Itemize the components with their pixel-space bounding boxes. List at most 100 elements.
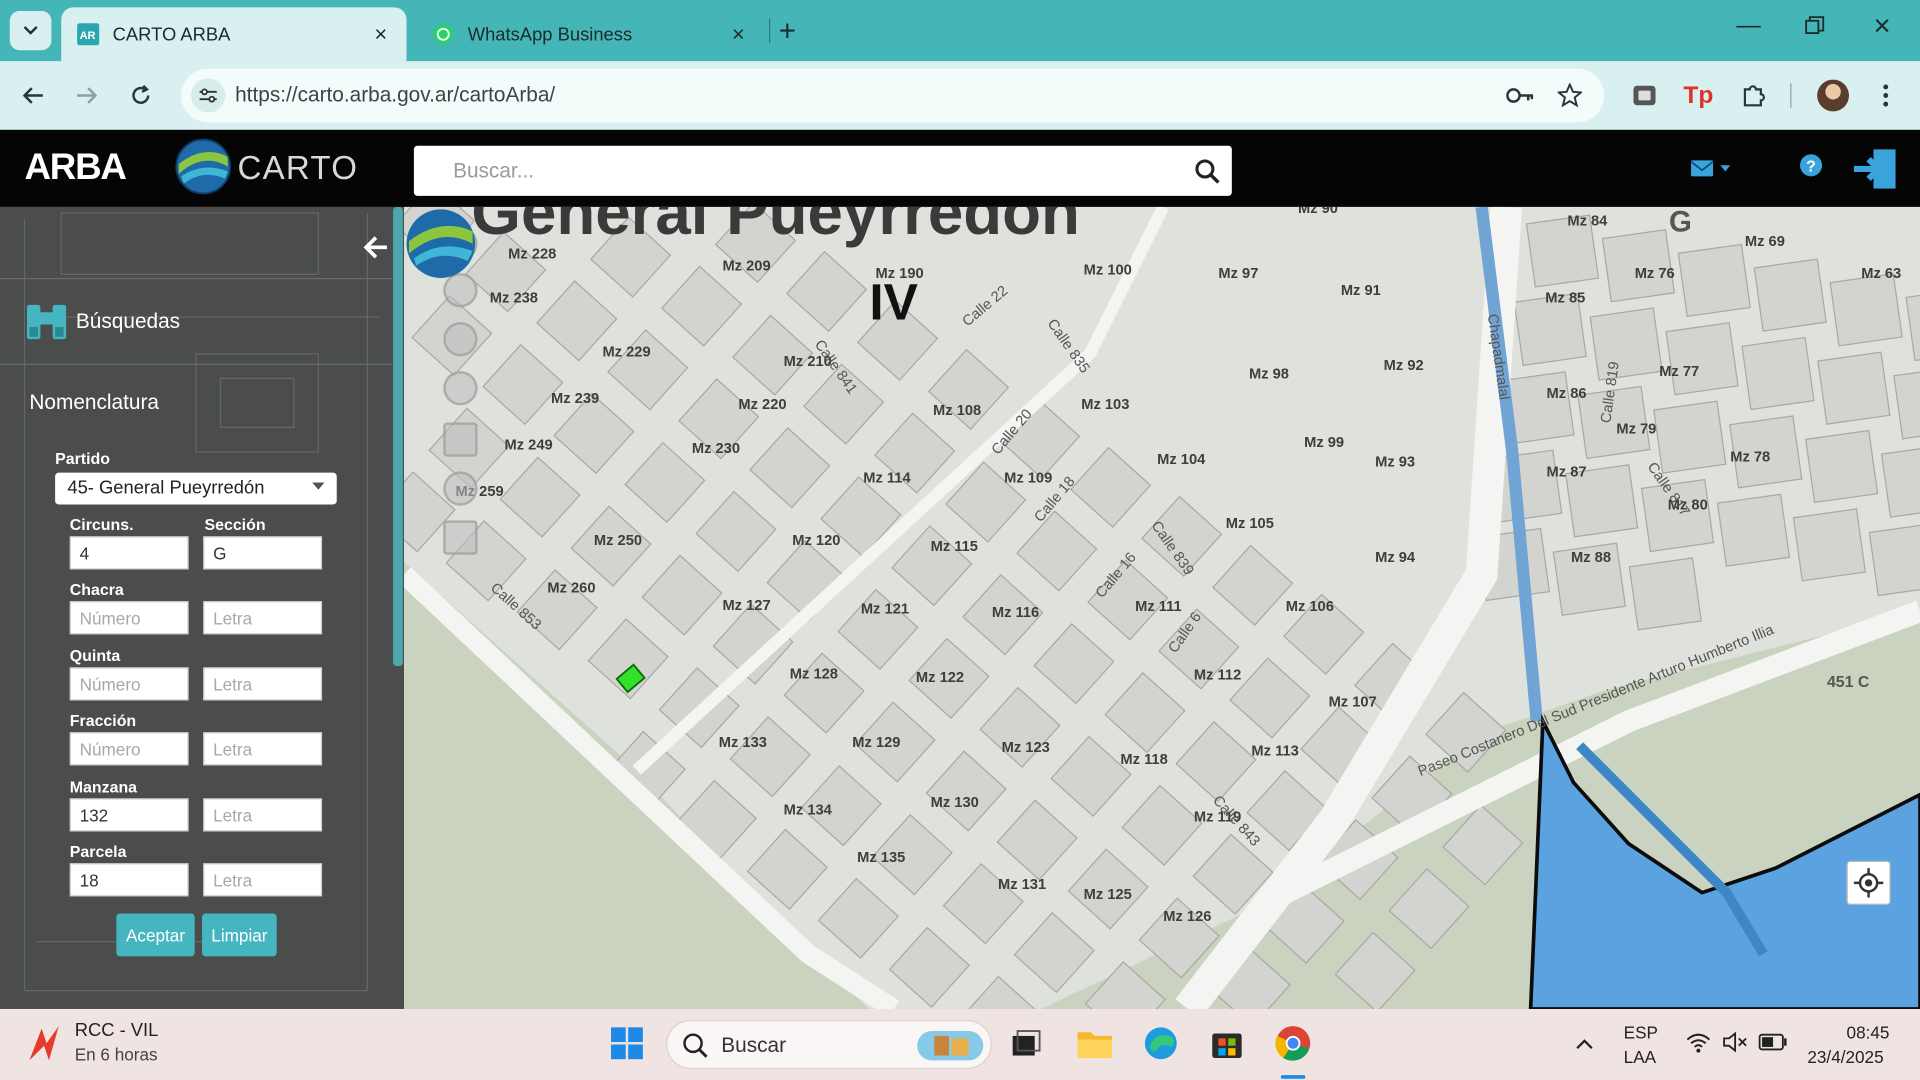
circuns-field[interactable] <box>69 536 189 570</box>
block-label: Mz 100 <box>1084 262 1132 278</box>
info-icon[interactable] <box>443 371 478 406</box>
seccion-field[interactable] <box>203 536 323 570</box>
map-block <box>1104 672 1186 754</box>
block-label: Mz 84 <box>1567 213 1608 229</box>
arba-favicon-icon: AR <box>76 22 100 46</box>
map-block <box>785 250 868 333</box>
block-label: Mz 76 <box>1635 266 1675 282</box>
block-label: Mz 97 <box>1218 266 1258 282</box>
clock-time[interactable]: 08:45 <box>1847 1022 1890 1042</box>
profile-avatar[interactable] <box>1817 79 1849 112</box>
map-block <box>1589 307 1663 381</box>
windows-start-icon[interactable] <box>605 1021 649 1065</box>
print-icon[interactable] <box>443 520 478 555</box>
extension-tp-icon[interactable]: Tp <box>1681 78 1715 112</box>
language-top[interactable]: ESP <box>1624 1022 1658 1042</box>
map-block <box>1716 493 1791 567</box>
locate-me-button[interactable] <box>1846 860 1891 905</box>
volume-muted-icon[interactable] <box>1722 1031 1749 1053</box>
parcela-letra-field[interactable] <box>203 863 323 897</box>
manzana-numero-field[interactable] <box>69 798 189 832</box>
chacra-letra-field[interactable] <box>203 601 323 635</box>
taskbar-search[interactable]: Buscar <box>666 1020 992 1069</box>
extensions-puzzle-icon[interactable] <box>1736 78 1770 112</box>
restore-icon[interactable] <box>1805 15 1825 43</box>
block-label: Mz 114 <box>863 470 911 486</box>
language-bottom[interactable]: LAA <box>1624 1047 1656 1067</box>
arba-logo[interactable]: ARBA <box>24 147 126 189</box>
weather-alert-icon[interactable] <box>24 1024 66 1063</box>
reload-icon[interactable] <box>124 78 158 112</box>
zoom-out-icon[interactable] <box>443 322 478 357</box>
map-block <box>1050 735 1132 817</box>
address-bar[interactable]: https://carto.arba.gov.ar/cartoArba/ <box>181 68 1605 123</box>
close-window-icon[interactable]: × <box>1873 10 1890 44</box>
close-tab-icon[interactable]: × <box>370 23 392 45</box>
busquedas-label[interactable]: Búsquedas <box>76 310 180 334</box>
map-block <box>1677 243 1751 318</box>
block-label: Mz 90 <box>1298 207 1338 217</box>
bookmark-star-icon[interactable] <box>1553 78 1587 112</box>
block-label: Mz 239 <box>551 391 599 407</box>
edge-icon[interactable] <box>1139 1021 1183 1065</box>
block-label: Mz 113 <box>1251 744 1298 760</box>
limpiar-button[interactable]: Limpiar <box>202 913 277 957</box>
map-block <box>1033 623 1115 705</box>
search-input[interactable] <box>413 145 1174 196</box>
menu-kebab-icon[interactable] <box>1869 78 1903 112</box>
help-icon[interactable]: ? <box>1799 153 1823 177</box>
microsoft-store-icon[interactable] <box>1205 1021 1249 1065</box>
block-label: Mz 127 <box>722 598 770 614</box>
whatsapp-icon <box>431 22 455 46</box>
tab-carto-arba[interactable]: AR CARTO ARBA × <box>61 7 407 62</box>
measure-icon[interactable] <box>443 471 478 506</box>
search-icon[interactable] <box>1193 157 1222 186</box>
block-label: Mz 63 <box>1861 266 1901 282</box>
file-explorer-icon[interactable] <box>1073 1021 1117 1065</box>
chevron-up-icon[interactable] <box>1575 1036 1595 1051</box>
partido-select[interactable]: 45- General Pueyrredón <box>55 472 337 505</box>
svg-text:AR: AR <box>80 30 96 42</box>
logout-icon[interactable] <box>1851 147 1900 191</box>
weather-title[interactable]: RCC - VIL <box>75 1020 159 1041</box>
task-view-icon[interactable] <box>1004 1021 1048 1065</box>
panel-scrollbar[interactable] <box>393 206 403 667</box>
tab-whatsapp-business[interactable]: WhatsApp Business × <box>416 7 764 61</box>
collapse-arrow-icon[interactable] <box>362 234 389 261</box>
chacra-numero-field[interactable] <box>69 601 189 635</box>
minimize-icon[interactable]: — <box>1736 12 1760 40</box>
key-icon[interactable] <box>1504 78 1538 112</box>
block-label: Mz 133 <box>719 735 767 751</box>
forward-icon[interactable] <box>70 78 104 112</box>
extension-translate-icon[interactable] <box>1627 78 1661 112</box>
map-canvas[interactable]: General Pueyrredón IV G 451 C Mz 228Mz 2… <box>404 206 1920 1009</box>
manzana-letra-field[interactable] <box>203 798 323 832</box>
block-label: Mz 229 <box>602 344 650 360</box>
aceptar-button[interactable]: Aceptar <box>116 913 195 957</box>
quinta-numero-field[interactable] <box>69 667 189 701</box>
map-block <box>1753 258 1827 332</box>
block-label: Mz 92 <box>1384 358 1424 374</box>
cadastral-map[interactable]: General Pueyrredón IV G 451 C Mz 228 Mz 2… <box>404 206 1920 1009</box>
mail-dropdown-icon[interactable] <box>1690 159 1734 179</box>
quinta-letra-field[interactable] <box>203 667 323 701</box>
map-block <box>1229 657 1311 739</box>
browser-tab-bar: AR CARTO ARBA × WhatsApp Business × + — … <box>0 0 1920 62</box>
new-tab-icon[interactable]: + <box>779 15 796 49</box>
clock-date[interactable]: 23/4/2025 <box>1807 1047 1883 1067</box>
wifi-icon[interactable] <box>1685 1031 1712 1053</box>
map-block <box>1121 784 1203 866</box>
image-layer-icon[interactable] <box>443 422 478 457</box>
district-title: General Pueyrredón <box>471 207 1080 248</box>
nomenclatura-heading[interactable]: Nomenclatura <box>29 391 159 415</box>
tab-search-button[interactable] <box>9 11 52 51</box>
fraccion-numero-field[interactable] <box>69 732 189 766</box>
block-label: Mz 99 <box>1304 435 1344 451</box>
close-tab-icon[interactable]: × <box>727 23 749 45</box>
parcela-numero-field[interactable] <box>69 863 189 897</box>
back-icon[interactable] <box>16 78 50 112</box>
site-settings-icon[interactable] <box>191 78 226 113</box>
chrome-icon[interactable] <box>1271 1021 1315 1065</box>
battery-icon[interactable] <box>1758 1033 1787 1051</box>
fraccion-letra-field[interactable] <box>203 732 323 766</box>
